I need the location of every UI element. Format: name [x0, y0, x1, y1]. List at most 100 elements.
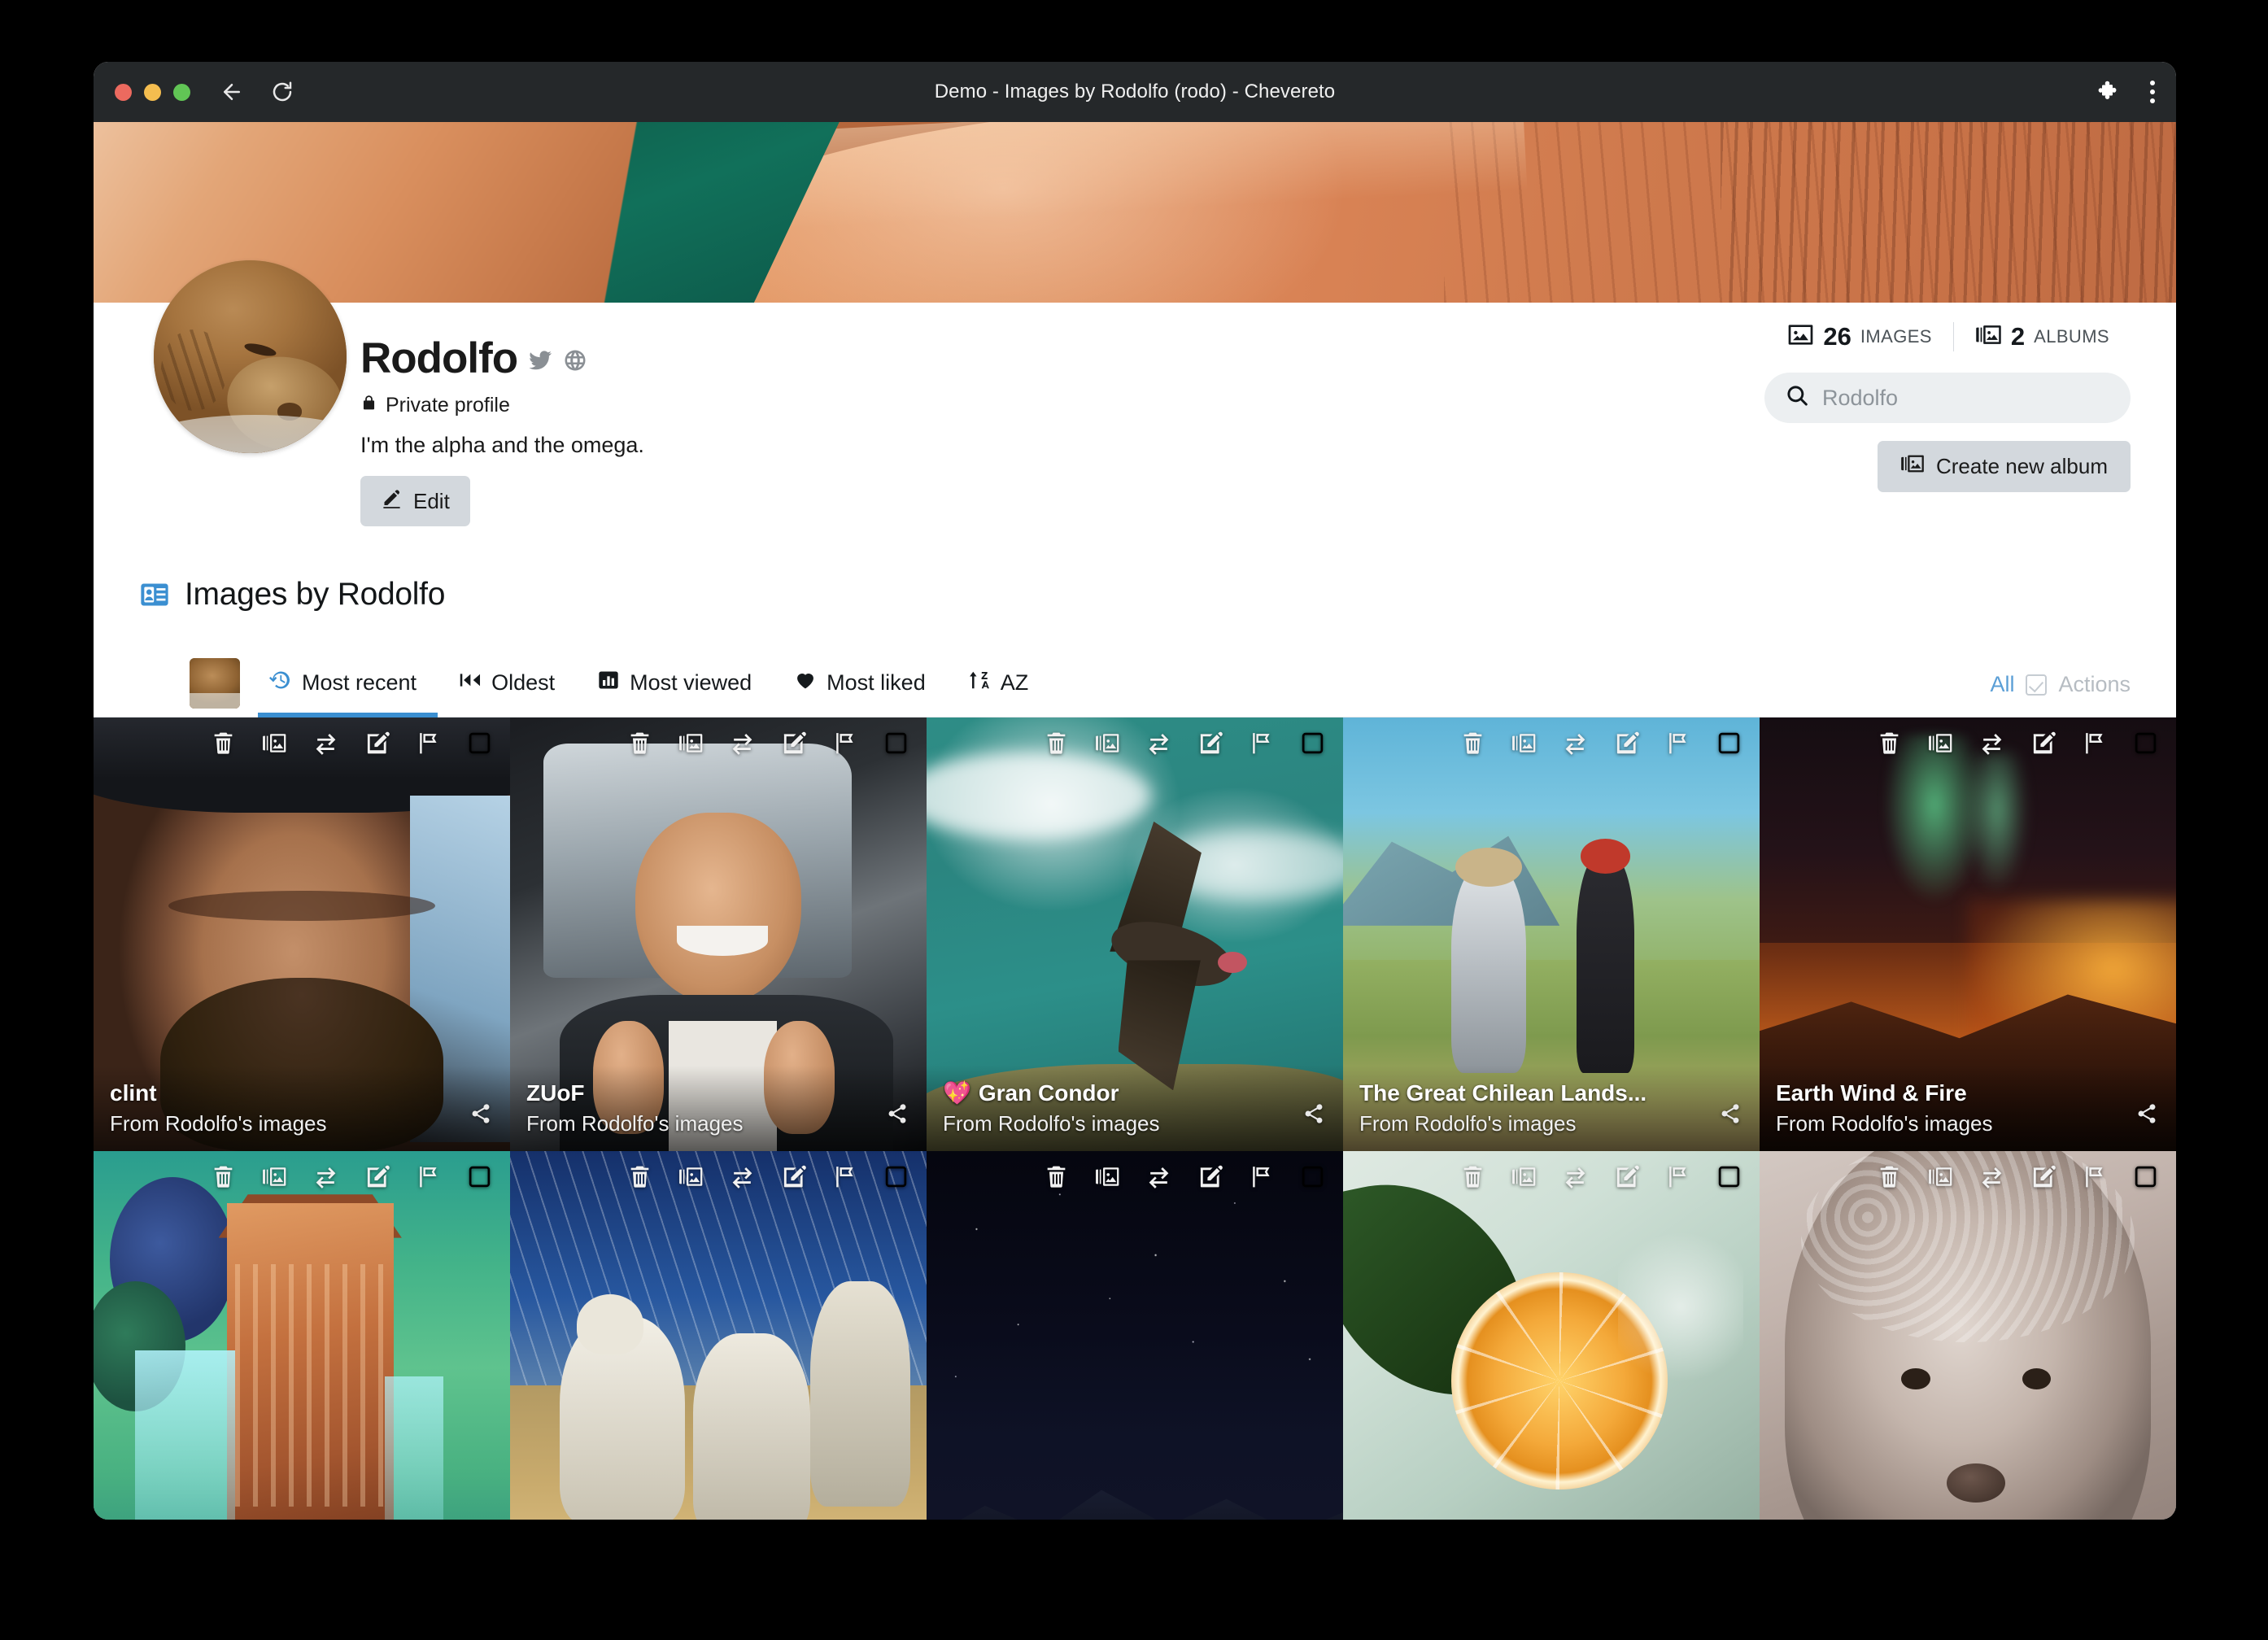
move-to-album-icon[interactable] [1095, 1164, 1120, 1189]
select-checkbox-icon[interactable] [2133, 1164, 2158, 1189]
image-card[interactable]: ZUoF From Rodolfo's images [510, 718, 927, 1151]
trash-icon[interactable] [1877, 731, 1902, 756]
maximize-window-button[interactable] [173, 83, 190, 101]
share-icon[interactable] [2135, 1102, 2158, 1125]
move-to-album-icon[interactable] [678, 731, 704, 756]
edit-icon[interactable] [781, 731, 806, 756]
checkbox-checked-icon[interactable] [2026, 674, 2048, 696]
share-icon[interactable] [1719, 1102, 1742, 1125]
select-checkbox-icon[interactable] [1716, 731, 1742, 756]
art-layer-cols [235, 1263, 386, 1507]
move-to-album-icon[interactable] [1928, 731, 1953, 756]
puzzle-piece-icon[interactable] [2093, 78, 2118, 107]
reload-icon[interactable] [268, 78, 296, 106]
transfer-icon[interactable] [1979, 1164, 2004, 1189]
edit-profile-button[interactable]: Edit [360, 476, 470, 526]
move-to-album-icon[interactable] [1511, 1164, 1537, 1189]
search-input[interactable] [1822, 385, 2109, 411]
share-icon[interactable] [469, 1102, 492, 1125]
select-checkbox-icon[interactable] [883, 731, 909, 756]
transfer-icon[interactable] [1563, 1164, 1588, 1189]
edit-icon[interactable] [2030, 731, 2056, 756]
image-card[interactable] [1343, 1151, 1760, 1520]
move-to-album-icon[interactable] [678, 1164, 704, 1189]
move-to-album-icon[interactable] [1928, 1164, 1953, 1189]
transfer-icon[interactable] [730, 1164, 755, 1189]
card-title: Earth Wind & Fire [1776, 1080, 2158, 1106]
trash-icon[interactable] [211, 1164, 236, 1189]
tab-oldest[interactable]: Oldest [438, 669, 576, 717]
edit-icon[interactable] [1614, 731, 1639, 756]
flag-icon[interactable] [832, 731, 857, 756]
edit-icon[interactable] [1197, 1164, 1223, 1189]
transfer-icon[interactable] [1146, 1164, 1171, 1189]
flag-icon[interactable] [1665, 1164, 1690, 1189]
kebab-menu-icon[interactable] [2150, 81, 2155, 103]
tab-az[interactable]: AZ [947, 669, 1050, 717]
image-card[interactable]: 💖 Gran Condor From Rodolfo's images [927, 718, 1343, 1151]
flag-icon[interactable] [416, 731, 441, 756]
trash-icon[interactable] [211, 731, 236, 756]
edit-icon[interactable] [364, 731, 390, 756]
tab-most-viewed[interactable]: Most viewed [576, 669, 773, 717]
actions-menu[interactable]: Actions [2058, 672, 2131, 697]
select-checkbox-icon[interactable] [1716, 1164, 1742, 1189]
search-box[interactable] [1764, 373, 2131, 423]
edit-icon[interactable] [364, 1164, 390, 1189]
flag-icon[interactable] [832, 1164, 857, 1189]
move-to-album-icon[interactable] [1511, 731, 1537, 756]
flag-icon[interactable] [416, 1164, 441, 1189]
tab-most-liked[interactable]: Most liked [773, 669, 947, 717]
share-icon[interactable] [1302, 1102, 1325, 1125]
edit-icon[interactable] [781, 1164, 806, 1189]
close-window-button[interactable] [115, 83, 132, 101]
select-checkbox-icon[interactable] [1300, 1164, 1325, 1189]
trash-icon[interactable] [1460, 731, 1485, 756]
tab-most-recent[interactable]: Most recent [258, 669, 438, 718]
flag-icon[interactable] [1249, 731, 1274, 756]
tabbar-avatar[interactable] [190, 658, 240, 709]
trash-icon[interactable] [627, 1164, 652, 1189]
trash-icon[interactable] [1044, 1164, 1069, 1189]
select-checkbox-icon[interactable] [883, 1164, 909, 1189]
trash-icon[interactable] [1877, 1164, 1902, 1189]
trash-icon[interactable] [1460, 1164, 1485, 1189]
transfer-icon[interactable] [1979, 731, 2004, 756]
minimize-window-button[interactable] [144, 83, 161, 101]
image-card[interactable]: Earth Wind & Fire From Rodolfo's images [1760, 718, 2176, 1151]
trash-icon[interactable] [1044, 731, 1069, 756]
image-card[interactable] [927, 1151, 1343, 1520]
share-icon[interactable] [886, 1102, 909, 1125]
select-all-link[interactable]: All [1990, 672, 2014, 697]
transfer-icon[interactable] [1563, 731, 1588, 756]
back-arrow-icon[interactable] [218, 78, 246, 106]
image-card[interactable]: clint From Rodolfo's images [94, 718, 510, 1151]
select-checkbox-icon[interactable] [467, 731, 492, 756]
image-card[interactable]: The Great Chilean Lands... From Rodolfo's… [1343, 718, 1760, 1151]
select-checkbox-icon[interactable] [467, 1164, 492, 1189]
select-checkbox-icon[interactable] [1300, 731, 1325, 756]
image-card[interactable] [510, 1151, 927, 1520]
avatar[interactable] [154, 260, 347, 453]
move-to-album-icon[interactable] [262, 731, 287, 756]
flag-icon[interactable] [1665, 731, 1690, 756]
create-new-album-button[interactable]: Create new album [1878, 441, 2131, 492]
edit-icon[interactable] [1614, 1164, 1639, 1189]
move-to-album-icon[interactable] [262, 1164, 287, 1189]
image-card[interactable] [1760, 1151, 2176, 1520]
globe-icon[interactable] [563, 348, 587, 373]
edit-icon[interactable] [2030, 1164, 2056, 1189]
flag-icon[interactable] [2082, 731, 2107, 756]
trash-icon[interactable] [627, 731, 652, 756]
move-to-album-icon[interactable] [1095, 731, 1120, 756]
image-card[interactable] [94, 1151, 510, 1520]
transfer-icon[interactable] [313, 1164, 338, 1189]
transfer-icon[interactable] [1146, 731, 1171, 756]
transfer-icon[interactable] [730, 731, 755, 756]
select-checkbox-icon[interactable] [2133, 731, 2158, 756]
edit-icon[interactable] [1197, 731, 1223, 756]
flag-icon[interactable] [1249, 1164, 1274, 1189]
twitter-icon[interactable] [528, 348, 552, 373]
transfer-icon[interactable] [313, 731, 338, 756]
flag-icon[interactable] [2082, 1164, 2107, 1189]
